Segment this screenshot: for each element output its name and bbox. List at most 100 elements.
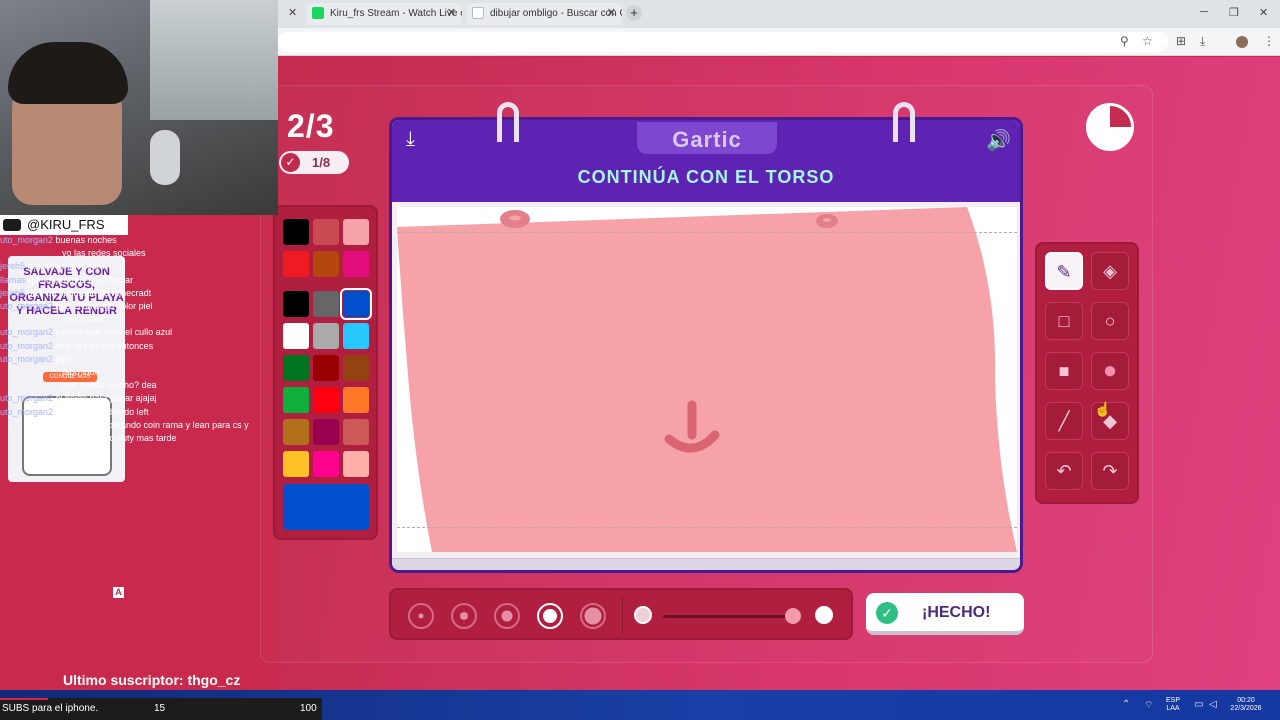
color-swatch[interactable] (343, 419, 369, 445)
chat-username: uto_morgan2 (0, 406, 56, 417)
chat-message: uto_morgan2 ya votaron pidiendo left (0, 407, 149, 417)
bottom-guide-line (397, 527, 1017, 528)
network-icon[interactable]: ▭ (1194, 699, 1203, 710)
close-window-icon[interactable]: ✕ (1259, 6, 1268, 19)
tab-kiru-stream[interactable]: Kiru_frs Stream - Watch Live o ✕ (306, 3, 462, 25)
pencil-tool[interactable]: ✎ (1045, 252, 1083, 290)
google-favicon-icon (472, 7, 484, 19)
brush-size-option[interactable] (451, 603, 477, 629)
volume-icon[interactable]: ◁ (1209, 699, 1217, 710)
color-swatch[interactable] (283, 451, 309, 477)
close-tab-icon[interactable]: ✕ (447, 6, 456, 19)
color-swatch[interactable] (283, 251, 309, 277)
subs-goal-current: 15 (154, 703, 166, 714)
gartic-logo: Gartic (672, 127, 742, 152)
chat-message: uto_morgan2 parece que tiene el cullo az… (0, 327, 172, 337)
line-tool[interactable]: ╱ (1045, 402, 1083, 440)
divider (622, 596, 623, 634)
chat-message: mejor cara (62, 314, 105, 324)
color-swatch[interactable] (313, 387, 339, 413)
wifi-icon[interactable]: ⌔ (1144, 699, 1153, 712)
binder-ring (497, 102, 519, 142)
opacity-slider[interactable] (663, 615, 793, 618)
color-swatch[interactable] (343, 251, 369, 277)
webcam-feed (0, 0, 278, 215)
chat-message: yo las redes sociales (62, 248, 146, 258)
color-swatch[interactable] (313, 251, 339, 277)
canvas-drawing (397, 207, 1017, 552)
color-swatch[interactable] (343, 451, 369, 477)
color-swatch[interactable] (283, 419, 309, 445)
brush-size-option[interactable] (408, 603, 434, 629)
color-swatch[interactable] (343, 387, 369, 413)
restore-icon[interactable]: ❐ (1229, 6, 1239, 19)
brush-size-option[interactable] (537, 603, 563, 629)
color-swatch[interactable] (343, 323, 369, 349)
rectangle-fill-tool[interactable]: ■ (1045, 352, 1083, 390)
drawing-prompt: CONTINÚA CON EL TORSO (577, 167, 835, 187)
subs-goal-fill (0, 698, 49, 700)
close-tab-icon[interactable]: ✕ (288, 6, 297, 19)
color-swatch[interactable] (343, 355, 369, 381)
close-tab-icon[interactable]: ✕ (607, 6, 616, 19)
chat-message: tapo todo (62, 367, 100, 377)
chat-text: jajaj (55, 353, 72, 364)
color-swatch[interactable] (313, 451, 339, 477)
new-tab-button[interactable]: + (626, 5, 642, 21)
chat-text: que quedo mucho? dea (62, 380, 157, 391)
undo-tool[interactable]: ↶ (1045, 452, 1083, 490)
tab-google-search[interactable]: dibujar ombligo - Buscar con G ✕ (466, 3, 622, 25)
redo-tool[interactable]: ↷ (1091, 452, 1129, 490)
ellipse-outline-tool[interactable]: ○ (1091, 302, 1129, 340)
chat-text: ya votaron pidiendo left (55, 406, 149, 417)
color-swatch[interactable] (313, 219, 339, 245)
color-swatch[interactable] (283, 323, 309, 349)
mouse-cursor-icon: ☝ (1094, 401, 1112, 417)
color-swatch[interactable] (313, 323, 339, 349)
color-swatch[interactable] (283, 355, 309, 381)
chat-message: uto_morgan2 buenas noches (0, 235, 117, 245)
minimize-icon[interactable]: ─ (1200, 6, 1208, 18)
chat-username: uto_morgan2 (0, 235, 56, 245)
youtube-icon (3, 219, 21, 231)
chat-message: jereh5 hay que mejor cara (0, 261, 105, 271)
color-swatch[interactable] (340, 288, 372, 320)
brush-size-option[interactable] (580, 603, 606, 629)
brush-size-option[interactable] (494, 603, 520, 629)
color-swatch[interactable] (283, 387, 309, 413)
profile-avatar[interactable] (1236, 36, 1248, 48)
opacity-slider-knob[interactable] (785, 608, 801, 624)
chat-text: hice un cuadrado de minecradt (27, 287, 152, 298)
bookmark-star-icon[interactable]: ☆ (1142, 34, 1153, 48)
color-swatch[interactable] (313, 355, 339, 381)
tool-panel: ✎ ◈ □ ○ ■ ● ╱ ◆ ↶ ↷ (1035, 242, 1139, 504)
chat-text: que el ombligo color piel (55, 301, 153, 311)
browser-menu-icon[interactable]: ⋮ (1263, 34, 1275, 48)
translate-icon[interactable]: ⊞ (1176, 34, 1186, 48)
rectangle-outline-tool[interactable]: □ (1045, 302, 1083, 340)
tray-chevron-icon[interactable]: ⌃ (1122, 699, 1130, 710)
downloads-icon[interactable]: ⤓ (1200, 34, 1205, 49)
brush-settings-bar (389, 588, 853, 640)
ellipse-fill-tool[interactable]: ● (1091, 352, 1129, 390)
language-indicator[interactable]: ESP LAA (1163, 697, 1183, 713)
clock[interactable]: 00:20 22/3/2026 (1222, 697, 1270, 713)
board-header: ⤓ Gartic 🔊 CONTINÚA CON EL TORSO (392, 120, 1020, 202)
brush-size-dot (418, 613, 424, 619)
eraser-tool[interactable]: ◈ (1091, 252, 1129, 290)
overlay-badge: A (113, 587, 124, 598)
done-button[interactable]: ✓ ¡HECHO! (866, 593, 1024, 635)
color-swatch[interactable] (313, 419, 339, 445)
sound-icon[interactable]: 🔊 (986, 128, 1011, 153)
color-swatch[interactable] (313, 291, 339, 317)
drawing-canvas[interactable] (397, 207, 1017, 552)
address-bar[interactable] (278, 32, 1168, 52)
color-swatch[interactable] (283, 219, 309, 245)
color-swatch[interactable] (283, 291, 309, 317)
download-icon[interactable]: ⤓ (406, 128, 415, 151)
chat-message: uto_morgan2 jajaj (0, 354, 72, 364)
microphone (150, 130, 180, 185)
color-swatch[interactable] (343, 219, 369, 245)
zoom-icon[interactable]: ⚲ (1120, 34, 1129, 48)
chat-username: uto_morgan2 (0, 393, 56, 404)
